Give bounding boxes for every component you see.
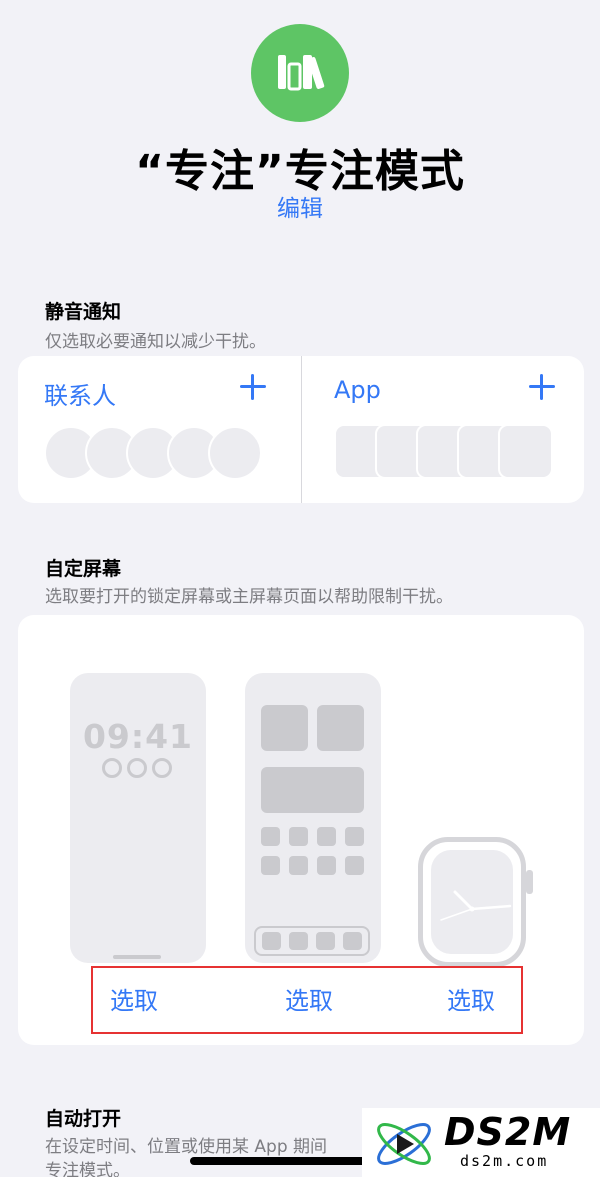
watermark: DS2M ds2m.com <box>362 1108 600 1177</box>
app-icon <box>317 856 336 875</box>
watch-face <box>431 850 513 954</box>
silence-notifications-subtitle: 仅选取必要通知以减少干扰。 <box>45 332 266 352</box>
app-icon <box>345 856 364 875</box>
watermark-brand: DS2M <box>444 1110 572 1154</box>
lock-screen-time: 09:41 <box>82 717 194 756</box>
watermark-url: ds2m.com <box>460 1152 549 1170</box>
widget-icon <box>317 705 364 751</box>
widget-icon <box>261 767 364 813</box>
app-icon <box>317 827 336 846</box>
dock <box>254 926 370 956</box>
widget-circle-icon <box>152 758 172 778</box>
app-icon <box>345 827 364 846</box>
add-people-icon[interactable] <box>240 374 266 400</box>
app-icon <box>289 932 308 950</box>
column-divider <box>301 356 302 503</box>
auto-on-subtitle-2: 专注模式。 <box>45 1161 130 1177</box>
widget-circle-icon <box>127 758 147 778</box>
app-icon <box>316 932 335 950</box>
auto-on-title: 自动打开 <box>45 1108 122 1130</box>
avatar-placeholder <box>208 426 262 480</box>
people-label[interactable]: 联系人 <box>44 376 116 411</box>
apps-label[interactable]: App <box>334 376 381 404</box>
custom-screens-subtitle: 选取要打开的锁定屏幕或主屏幕页面以帮助限制干扰。 <box>45 587 453 607</box>
widget-circle-icon <box>102 758 122 778</box>
custom-screens-title: 自定屏幕 <box>45 558 122 580</box>
app-icon <box>289 827 308 846</box>
app-placeholder <box>498 424 553 479</box>
edit-link[interactable]: 编辑 <box>0 189 600 223</box>
home-indicator-icon <box>113 955 161 959</box>
auto-on-subtitle: 在设定时间、位置或使用某 App 期间 <box>45 1137 328 1157</box>
atom-logo-icon <box>377 1123 431 1165</box>
add-app-icon[interactable] <box>529 374 555 400</box>
widget-icon <box>261 705 308 751</box>
lock-screen-preview[interactable]: 09:41 <box>70 673 206 963</box>
notifications-card: 联系人 App <box>18 356 584 503</box>
app-icon <box>261 827 280 846</box>
watch-crown <box>526 870 533 894</box>
books-icon <box>251 24 349 122</box>
home-screen-preview[interactable] <box>245 673 381 963</box>
app-icon <box>261 856 280 875</box>
app-icon <box>289 856 308 875</box>
silence-notifications-title: 静音通知 <box>45 301 122 323</box>
watch-face-preview[interactable] <box>418 837 526 967</box>
app-icon <box>343 932 362 950</box>
app-icon <box>262 932 281 950</box>
highlight-box <box>91 966 523 1034</box>
clock-hands-icon <box>440 890 512 921</box>
